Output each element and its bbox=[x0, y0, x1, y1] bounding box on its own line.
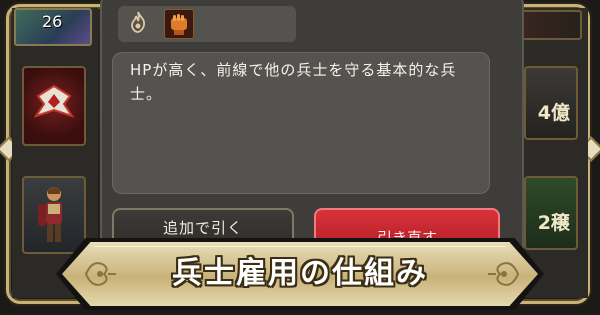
ornament-icon bbox=[488, 262, 520, 286]
fist-icon bbox=[164, 9, 194, 39]
ornament-icon bbox=[84, 262, 116, 286]
hero-level: 26 bbox=[42, 12, 63, 31]
soldier-portrait-tile[interactable] bbox=[22, 176, 86, 254]
soldier-portrait-icon bbox=[38, 187, 62, 242]
right-top-badge bbox=[518, 10, 582, 40]
flame-icon bbox=[131, 11, 146, 33]
unit-description: HPが高く、前線で他の兵士を守る基本的な兵士。 bbox=[130, 61, 457, 103]
right-tile-1[interactable]: 4億 bbox=[524, 66, 578, 140]
right-tile-2[interactable]: 2穣 bbox=[524, 176, 578, 250]
page-title: 兵士雇用の仕組み bbox=[172, 256, 428, 291]
emblem-tile[interactable] bbox=[22, 66, 86, 146]
emblem-icon bbox=[33, 84, 75, 118]
